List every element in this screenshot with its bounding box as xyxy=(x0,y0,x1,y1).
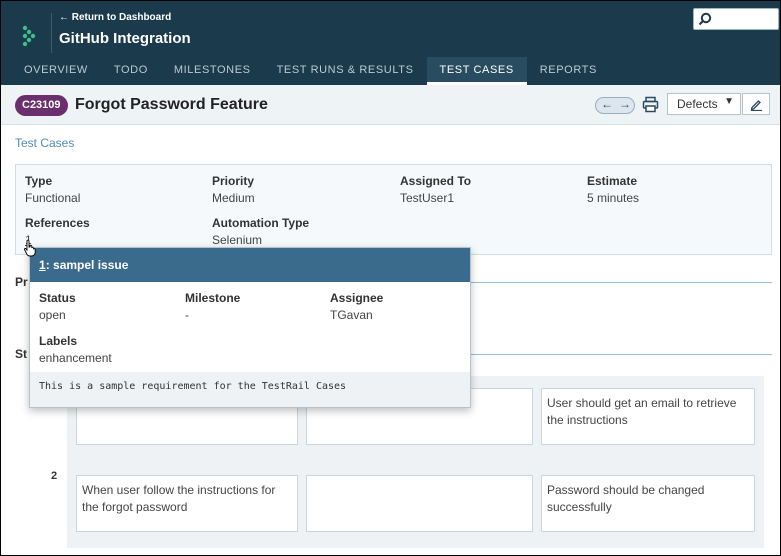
popup-labels: Labels enhancement xyxy=(39,334,112,365)
field-label: Priority xyxy=(212,174,255,188)
field-value: Selenium xyxy=(212,233,263,247)
section-divider xyxy=(471,282,772,283)
section-preconditions-label: Pr xyxy=(15,275,28,289)
tab-test-runs-results[interactable]: TEST RUNS & RESULTS xyxy=(264,57,427,85)
popup-label: Assignee xyxy=(330,291,384,305)
popup-value: TGavan xyxy=(330,308,373,322)
print-icon[interactable] xyxy=(642,96,659,113)
field-estimate: Estimate 5 minutes xyxy=(587,174,639,205)
popup-value: open xyxy=(39,308,66,322)
popup-milestone: Milestone - xyxy=(185,291,240,322)
next-arrow-icon[interactable]: → xyxy=(619,97,631,111)
defects-dropdown[interactable]: Defects ▼ xyxy=(667,93,741,115)
step-text: Password should be changed successfully xyxy=(547,483,705,514)
popup-label: Status xyxy=(39,291,76,305)
field-label: Automation Type xyxy=(212,216,310,230)
field-label: Type xyxy=(25,174,53,188)
field-automation-type: Automation Type Selenium xyxy=(212,216,309,247)
project-title: GitHub Integration xyxy=(59,30,191,47)
popup-header: 1: sampel issue xyxy=(30,248,470,282)
header-divider xyxy=(51,13,52,53)
defects-label: Defects xyxy=(677,97,718,111)
reference-popup: 1: sampel issue Status open Milestone - … xyxy=(29,247,471,408)
field-value: Functional xyxy=(25,191,81,205)
return-to-dashboard-link[interactable]: ← Return to Dashboard xyxy=(59,12,171,23)
popup-assignee: Assignee TGavan xyxy=(330,291,383,322)
popup-value: - xyxy=(185,308,189,322)
field-priority: Priority Medium xyxy=(212,174,255,205)
field-value: TestUser1 xyxy=(400,191,455,205)
popup-label: Labels xyxy=(39,334,78,348)
tab-todo[interactable]: TODO xyxy=(101,57,161,85)
section-steps-label: St xyxy=(15,347,27,361)
tab-overview[interactable]: OVERVIEW xyxy=(11,57,101,85)
tab-test-cases[interactable]: TEST CASES xyxy=(426,57,527,85)
issue-description: This is a sample requirement for the Tes… xyxy=(30,372,470,407)
case-title: Forgot Password Feature xyxy=(75,96,268,113)
step-2-data[interactable] xyxy=(306,475,533,532)
field-label: Estimate xyxy=(587,174,638,188)
step-1-expected[interactable]: User should get an email to retrieve the… xyxy=(541,388,755,445)
previous-arrow-icon[interactable]: ← xyxy=(601,97,613,111)
breadcrumb-test-cases[interactable]: Test Cases xyxy=(15,136,74,150)
case-title-bar: C23109 Forgot Password Feature ← → Defec… xyxy=(1,85,780,125)
case-details-panel: Type Functional Priority Medium Assigned… xyxy=(15,164,772,255)
field-type: Type Functional xyxy=(25,174,80,205)
tab-reports[interactable]: REPORTS xyxy=(527,57,610,85)
chevron-down-icon: ▼ xyxy=(724,96,734,107)
field-label: References xyxy=(25,216,90,230)
step-2-content[interactable]: When user follow the instructions for th… xyxy=(76,475,298,532)
popup-status: Status open xyxy=(39,291,76,322)
step-text: When user follow the instructions for th… xyxy=(82,483,276,514)
case-pager: ← → xyxy=(595,97,635,114)
field-label: Assigned To xyxy=(400,174,472,188)
main-nav: OVERVIEW TODO MILESTONES TEST RUNS & RES… xyxy=(11,57,610,85)
popup-label: Milestone xyxy=(185,291,241,305)
testrail-logo-icon[interactable] xyxy=(15,21,43,49)
popup-value: enhancement xyxy=(39,351,112,365)
pencil-icon xyxy=(750,100,762,111)
search-input[interactable] xyxy=(693,8,779,30)
field-assigned-to: Assigned To TestUser1 xyxy=(400,174,471,205)
issue-title: : sampel issue xyxy=(45,258,129,272)
search-icon xyxy=(698,12,712,26)
edit-button[interactable] xyxy=(742,93,770,115)
hand-cursor-icon xyxy=(24,239,36,257)
field-value: 5 minutes xyxy=(587,191,640,205)
case-id-badge: C23109 xyxy=(15,95,68,116)
app-header: ← Return to Dashboard GitHub Integration… xyxy=(1,1,780,85)
field-value: Medium xyxy=(212,191,255,205)
tab-milestones[interactable]: MILESTONES xyxy=(161,57,264,85)
section-divider xyxy=(471,354,772,355)
step-2-expected[interactable]: Password should be changed successfully xyxy=(541,475,755,532)
step-2-number: 2 xyxy=(41,463,67,489)
step-text: User should get an email to retrieve the… xyxy=(547,396,737,427)
issue-number-link[interactable]: 1 xyxy=(39,258,46,272)
